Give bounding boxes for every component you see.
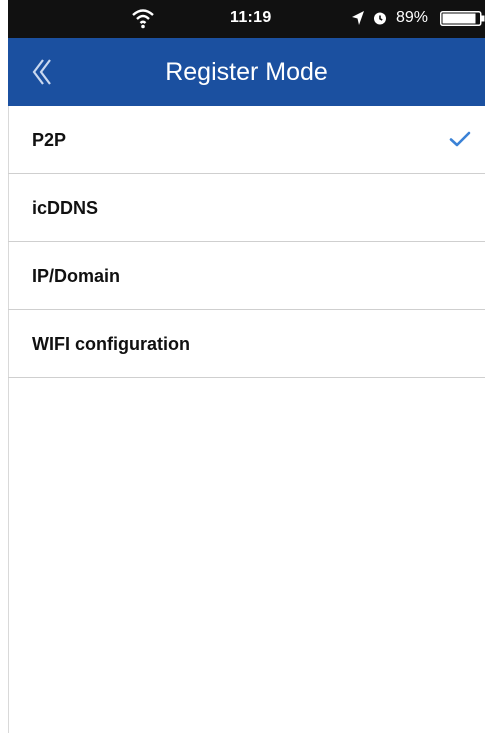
option-label: P2P xyxy=(32,130,67,150)
option-label: WIFI configuration xyxy=(32,334,190,354)
page-title: Register Mode xyxy=(165,58,328,86)
battery-icon xyxy=(440,11,485,26)
status-bar: 11:19 89% xyxy=(8,0,485,38)
alarm-clock-icon xyxy=(374,12,386,25)
screen: 11:19 89% Register Mode P2P icDDNS IP/Do… xyxy=(0,0,485,733)
option-ip-domain[interactable]: IP/Domain xyxy=(8,242,485,310)
option-label: icDDNS xyxy=(32,198,99,218)
status-time: 11:19 xyxy=(230,9,272,26)
battery-percentage: 89% xyxy=(396,9,429,26)
wifi-icon xyxy=(132,9,154,29)
option-wifi-configuration[interactable]: WIFI configuration xyxy=(8,310,485,378)
register-mode-list: P2P icDDNS IP/Domain WIFI configuration xyxy=(8,106,485,378)
checkmark-icon xyxy=(449,131,471,147)
navigation-bar: Register Mode xyxy=(8,38,485,106)
location-arrow-icon xyxy=(352,11,364,25)
option-label: IP/Domain xyxy=(32,266,121,286)
option-icddns[interactable]: icDDNS xyxy=(8,174,485,242)
option-p2p[interactable]: P2P xyxy=(8,106,485,174)
